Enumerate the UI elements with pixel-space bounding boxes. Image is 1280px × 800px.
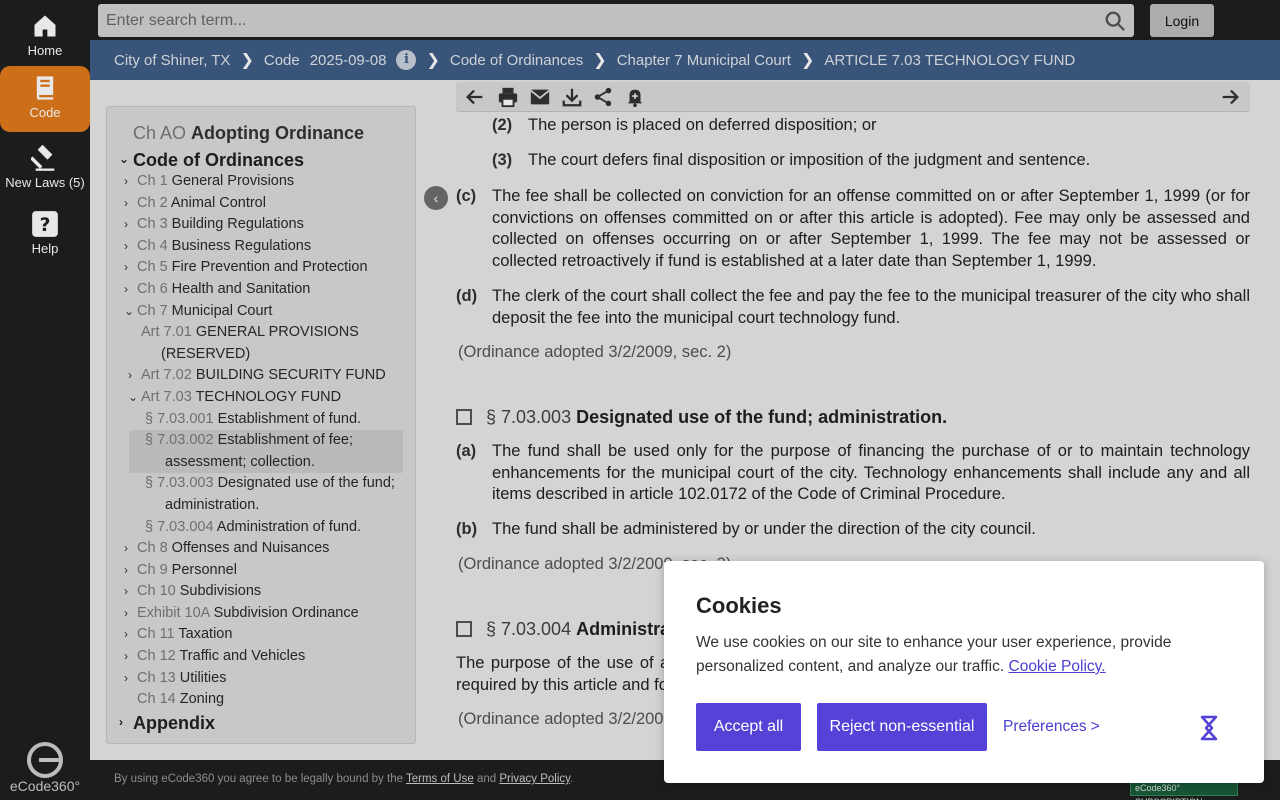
cookie-title: Cookies — [696, 593, 782, 618]
preferences-link[interactable]: Preferences > — [1003, 718, 1100, 736]
cookie-provider-logo-icon — [1200, 715, 1218, 741]
cookie-dialog: Cookies We use cookies on our site to en… — [664, 561, 1264, 783]
cookie-body: We use cookies on our site to enhance yo… — [696, 631, 1232, 679]
preferences-label: Preferences — [1003, 718, 1087, 735]
preferences-arrow: > — [1090, 718, 1100, 735]
cookie-policy-link[interactable]: Cookie Policy. — [1009, 658, 1106, 675]
accept-all-button[interactable]: Accept all — [696, 703, 801, 751]
reject-non-essential-button[interactable]: Reject non-essential — [817, 703, 987, 751]
